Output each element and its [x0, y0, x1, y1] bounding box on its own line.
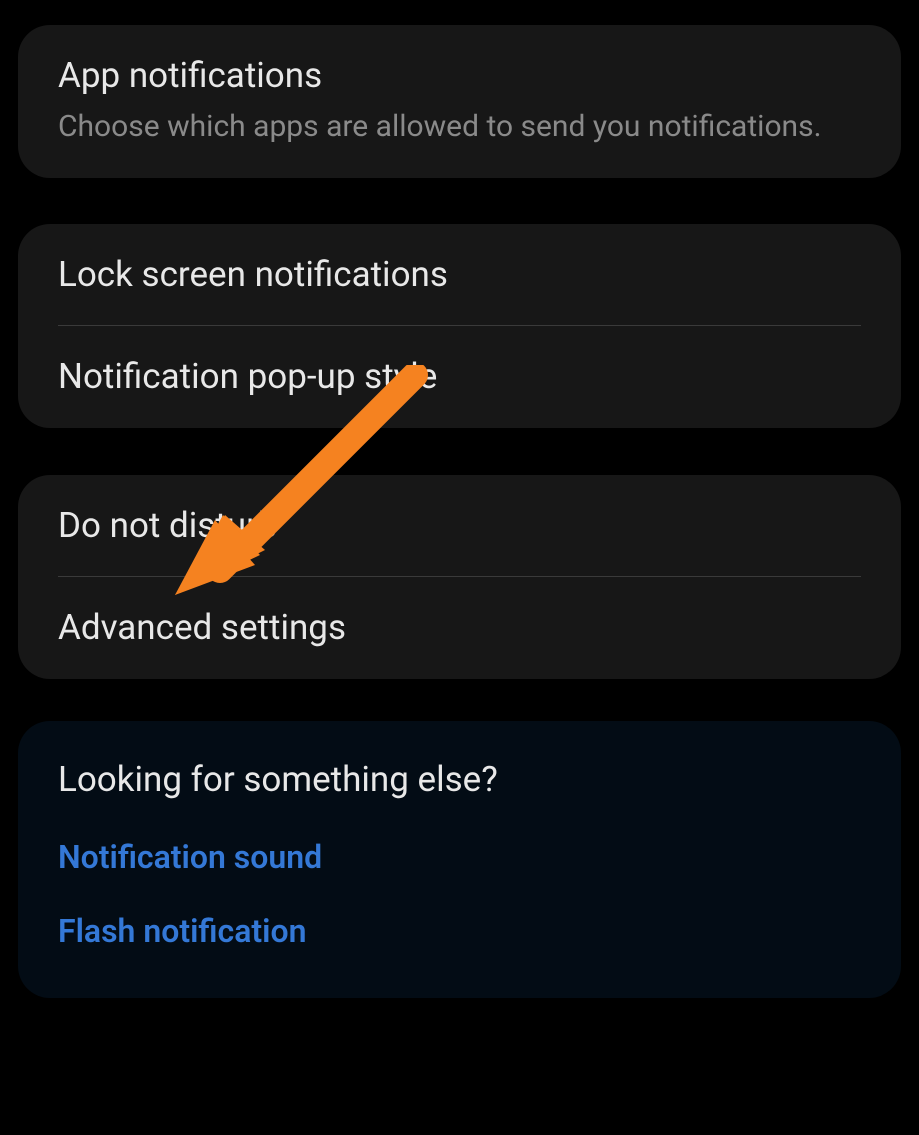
notification-popup-style-label: Notification pop-up style: [58, 354, 861, 400]
do-not-disturb-item[interactable]: Do not disturb: [18, 475, 901, 577]
app-notifications-subtitle: Choose which apps are allowed to send yo…: [58, 107, 861, 146]
advanced-settings-item[interactable]: Advanced settings: [18, 577, 901, 679]
notification-sound-link[interactable]: Notification sound: [18, 820, 901, 894]
app-notifications-item[interactable]: App notifications Choose which apps are …: [18, 25, 901, 178]
app-notifications-title: App notifications: [58, 53, 861, 99]
settings-card-related-links: Looking for something else? Notification…: [18, 721, 901, 998]
lock-screen-notifications-item[interactable]: Lock screen notifications: [18, 224, 901, 326]
flash-notification-link[interactable]: Flash notification: [18, 894, 901, 968]
looking-for-heading: Looking for something else?: [18, 721, 901, 820]
settings-card-dnd-advanced: Do not disturb Advanced settings: [18, 475, 901, 679]
do-not-disturb-label: Do not disturb: [58, 503, 861, 549]
advanced-settings-label: Advanced settings: [58, 605, 861, 651]
lock-screen-notifications-label: Lock screen notifications: [58, 252, 861, 298]
settings-card-app-notifications: App notifications Choose which apps are …: [18, 25, 901, 178]
settings-card-notifications-display: Lock screen notifications Notification p…: [18, 224, 901, 428]
notification-popup-style-item[interactable]: Notification pop-up style: [18, 326, 901, 428]
